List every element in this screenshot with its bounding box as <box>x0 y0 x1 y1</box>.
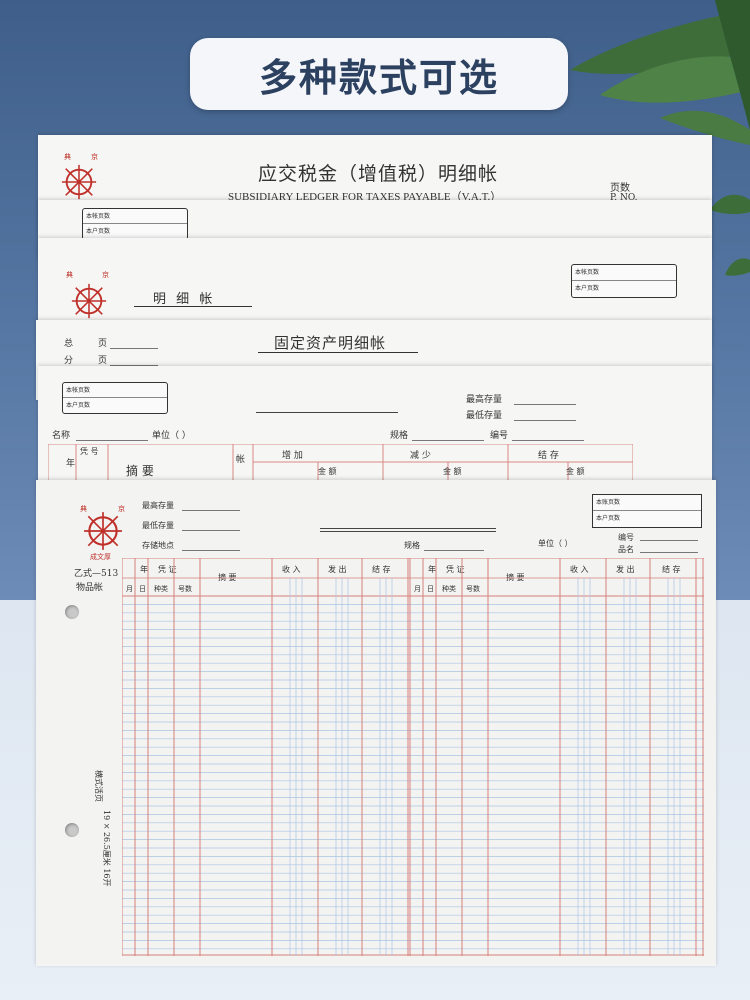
box-row-account-pages: 本户页数 <box>66 402 91 409</box>
total-label: 总 <box>64 339 74 349</box>
unit-label: 单位（ ） <box>538 539 573 548</box>
side-size-text: 19 × 26.5厘米 16开 <box>102 810 111 887</box>
title-underline <box>258 352 418 353</box>
page-count-box: 本帐页数 本户页数 <box>62 382 168 414</box>
col-amount-decrease: 金 额 <box>443 467 462 476</box>
brand-name: 成文厚 <box>90 553 111 561</box>
unit-label: 单位（ ） <box>152 431 191 441</box>
page-count-box: 本帐页数 本户页数 <box>571 264 677 298</box>
brand-logo-icon <box>71 283 107 319</box>
ledger-type: 物品帐 <box>76 583 104 593</box>
max-stock-label: 最高存量 <box>142 501 174 510</box>
number-label: 编号 <box>618 533 634 542</box>
col-voucher: 凭 号 <box>80 447 99 456</box>
model-code: 乙式—513 <box>74 569 119 579</box>
col-decrease: 减 少 <box>410 451 431 461</box>
binder-hole-bottom <box>65 823 79 837</box>
sub-page-char: 页 <box>98 356 108 366</box>
col-account: 帐 <box>236 455 246 465</box>
item-name-label: 品名 <box>618 545 634 554</box>
sub-label: 分 <box>64 356 74 366</box>
min-stock-label: 最低存量 <box>466 411 503 421</box>
min-stock-label: 最低存量 <box>142 521 174 530</box>
title-line <box>256 412 398 413</box>
ledger-sheet-goods: 典 京 成文厚 乙式—513 物品帐 最高存量 最低存量 存储地点 规格 单位（… <box>36 480 716 966</box>
spec-label: 规格 <box>404 541 420 550</box>
brand-logo-icon <box>61 164 97 200</box>
box-row-ledger-pages: 本帐页数 <box>63 383 167 398</box>
box-row-account-pages: 本户页数 <box>575 285 600 292</box>
total-page-char: 页 <box>98 339 108 349</box>
banner-title: 多种款式可选 <box>258 55 499 100</box>
col-year: 年 <box>66 459 76 469</box>
location-label: 存储地点 <box>142 541 174 550</box>
box-row-ledger-pages: 本帐页数 <box>572 265 676 281</box>
name-label: 名称 <box>52 431 71 441</box>
title-line <box>320 528 496 532</box>
banner: 多种款式可选 <box>190 38 568 110</box>
box-row-ledger-pages: 本账页数 <box>593 495 701 511</box>
col-summary: 摘 要 <box>126 464 154 478</box>
ledger-grid <box>122 558 704 956</box>
sheet-title: 应交税金（增值税）明细帐 <box>258 163 499 185</box>
title-underline <box>134 306 252 307</box>
number-label: 编号 <box>490 431 509 441</box>
col-balance: 结 存 <box>538 451 559 461</box>
page-count-box: 本账页数 本户页数 <box>592 494 702 528</box>
side-spec-text: 横式活页 <box>94 770 103 802</box>
max-stock-label: 最高存量 <box>466 395 503 405</box>
box-row-account-pages: 本户页数 <box>596 515 621 522</box>
col-increase: 增 加 <box>282 451 303 461</box>
spec-label: 规格 <box>390 431 409 441</box>
page-label: 页数 <box>610 183 630 194</box>
page-count-box: 本帐页数 本户页数 <box>82 208 188 240</box>
binder-hole-top <box>65 605 79 619</box>
box-row-ledger-pages: 本帐页数 <box>83 209 187 224</box>
col-amount-increase: 金 额 <box>318 467 337 476</box>
sheet-title: 固定资产明细帐 <box>274 334 387 352</box>
box-row-account-pages: 本户页数 <box>86 228 111 235</box>
sheet-title: 明 细 帐 <box>153 292 216 307</box>
brand-logo-icon <box>84 512 122 550</box>
ledger-sheet-stock: 本帐页数 本户页数 最高存量 最低存量 名称 单位（ ） 规格 编号 年 凭 号… <box>38 366 712 496</box>
col-amount-balance: 金 额 <box>566 467 585 476</box>
